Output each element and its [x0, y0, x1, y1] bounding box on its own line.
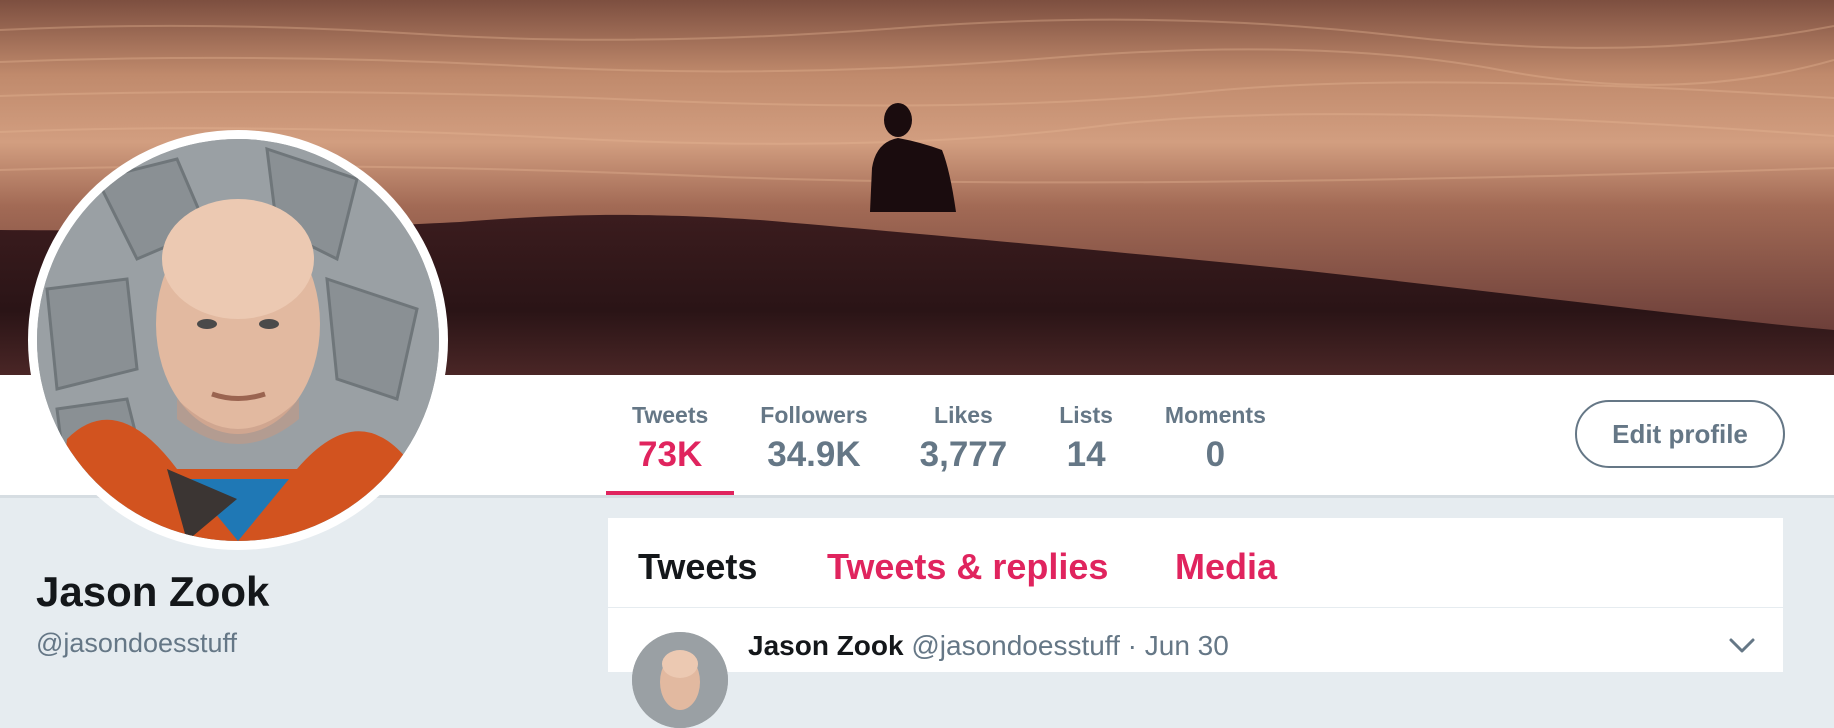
profile-avatar[interactable] — [28, 130, 448, 550]
stat-label: Lists — [1059, 402, 1113, 428]
stat-label: Moments — [1164, 402, 1266, 428]
tab-tweets[interactable]: Tweets — [638, 546, 757, 588]
tweet-author-handle[interactable]: @jasondoesstuff — [911, 630, 1119, 661]
profile-handle[interactable]: @jasondoesstuff — [36, 628, 237, 659]
stat-lists[interactable]: Lists 14 — [1033, 375, 1139, 495]
tweet-author-name[interactable]: Jason Zook — [748, 630, 904, 661]
avatar-photo — [37, 139, 439, 541]
tweet-separator: · — [1127, 630, 1137, 661]
tweet-header: Jason Zook @jasondoesstuff · Jun 30 — [748, 630, 1229, 662]
stat-value: 73K — [638, 435, 703, 474]
timeline-tabs: Tweets Tweets & replies Media — [608, 518, 1783, 608]
stat-moments[interactable]: Moments 0 — [1139, 375, 1292, 495]
profile-stats: Tweets 73K Followers 34.9K Likes 3,777 L… — [606, 375, 1292, 495]
stat-value: 14 — [1066, 435, 1106, 474]
tweet-item[interactable]: Jason Zook @jasondoesstuff · Jun 30 — [608, 608, 1783, 728]
profile-name: Jason Zook — [36, 568, 270, 615]
tweet-date[interactable]: Jun 30 — [1145, 630, 1229, 661]
stat-likes[interactable]: Likes 3,777 — [894, 375, 1034, 495]
stat-value: 0 — [1205, 435, 1226, 474]
timeline-card: Tweets Tweets & replies Media Jason Zook… — [608, 518, 1783, 728]
stat-tweets[interactable]: Tweets 73K — [606, 375, 735, 495]
stat-value: 34.9K — [767, 435, 861, 474]
stat-label: Tweets — [632, 402, 709, 428]
tab-tweets-and-replies[interactable]: Tweets & replies — [827, 546, 1108, 588]
stat-followers[interactable]: Followers 34.9K — [734, 375, 893, 495]
tweet-avatar[interactable] — [632, 632, 728, 728]
stat-value: 3,777 — [919, 435, 1008, 474]
tab-media[interactable]: Media — [1175, 546, 1277, 588]
stat-label: Followers — [760, 402, 868, 428]
stat-label: Likes — [934, 402, 993, 428]
chevron-down-icon[interactable] — [1728, 636, 1756, 656]
edit-profile-button[interactable]: Edit profile — [1575, 400, 1785, 468]
